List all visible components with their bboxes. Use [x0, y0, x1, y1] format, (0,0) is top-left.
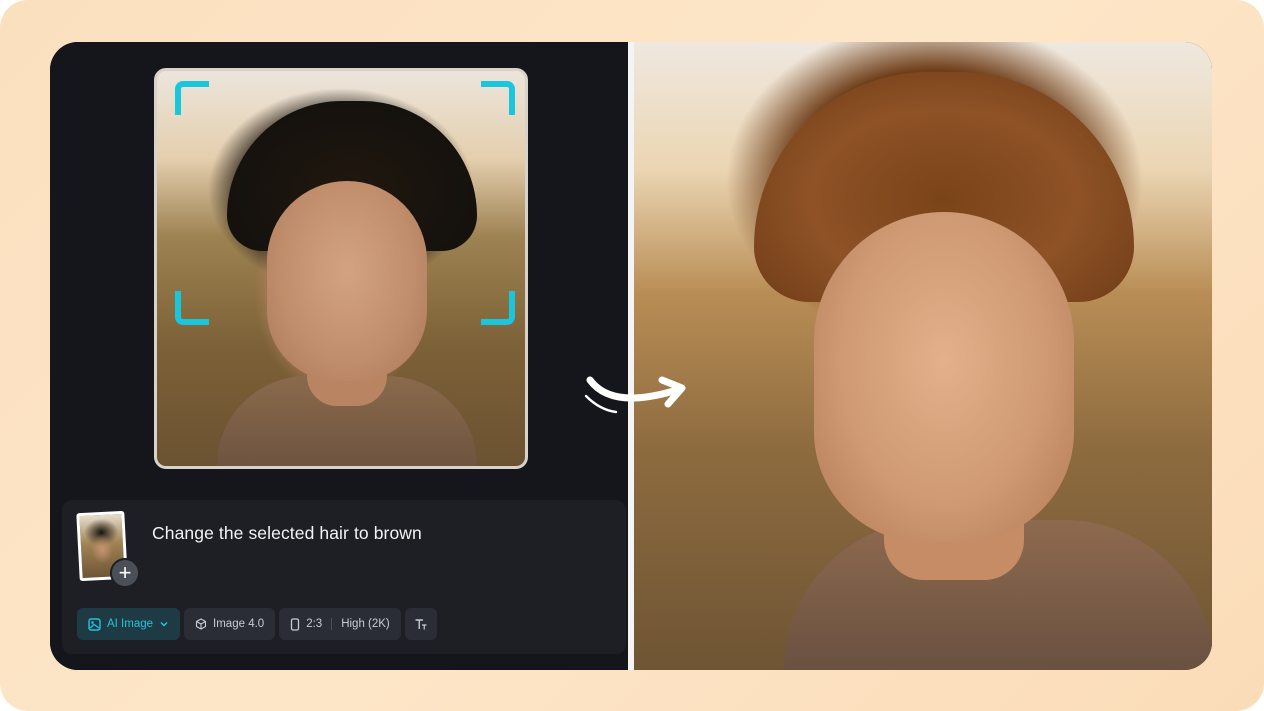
mode-label: AI Image [107, 618, 154, 630]
phone-portrait-icon [291, 617, 300, 631]
quality-label: High (2K) [341, 618, 390, 630]
editor-pane: + Change the selected hair to brown AI I… [50, 42, 628, 670]
result-face [814, 212, 1074, 542]
add-reference-button[interactable]: + [110, 558, 140, 588]
selection-corner-top-left[interactable] [175, 81, 209, 115]
text-size-icon [415, 618, 427, 629]
source-image[interactable] [154, 68, 528, 469]
selection-corner-bottom-left[interactable] [175, 291, 209, 325]
chip-divider [331, 618, 333, 630]
size-selector[interactable]: 2:3 High (2K) [279, 608, 401, 640]
before-after-card: + Change the selected hair to brown AI I… [50, 42, 1212, 670]
prompt-input[interactable]: Change the selected hair to brown [152, 523, 422, 544]
selection-corner-top-right[interactable] [481, 81, 515, 115]
source-face [267, 181, 427, 381]
result-image [634, 42, 1212, 670]
prompt-panel: + Change the selected hair to brown AI I… [62, 500, 626, 654]
page-background: + Change the selected hair to brown AI I… [0, 0, 1264, 711]
text-style-button[interactable] [404, 608, 437, 640]
aspect-ratio-label: 2:3 [306, 618, 323, 630]
mode-selector[interactable]: AI Image [77, 608, 181, 640]
ai-image-icon [88, 617, 101, 631]
chevron-down-icon [160, 621, 168, 627]
selection-corner-bottom-right[interactable] [481, 291, 515, 325]
curved-arrow-right-icon [584, 376, 686, 414]
cube-icon [195, 618, 207, 630]
model-selector[interactable]: Image 4.0 [184, 608, 276, 640]
model-label: Image 4.0 [213, 618, 265, 630]
generation-toolbar: AI Image Image 4.0 2:3 High (2K) [77, 608, 437, 640]
plus-icon: + [118, 560, 132, 585]
